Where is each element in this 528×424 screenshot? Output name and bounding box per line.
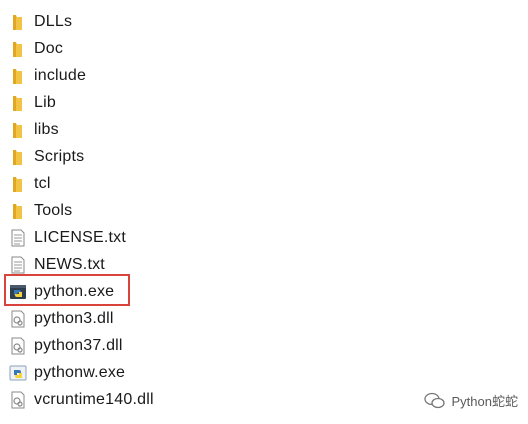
file-name: include — [34, 67, 87, 84]
folder-icon — [8, 66, 28, 86]
wechat-icon — [423, 392, 446, 410]
file-row-python3-dll[interactable]: python3.dll — [8, 307, 308, 331]
dll-file-icon — [8, 390, 28, 410]
file-name: vcruntime140.dll — [34, 391, 154, 408]
file-name: Tools — [34, 202, 73, 219]
file-row-vcruntime140-dll[interactable]: vcruntime140.dll — [8, 388, 308, 412]
text-file-icon — [8, 228, 28, 248]
folder-icon — [8, 147, 28, 167]
file-name: pythonw.exe — [34, 364, 126, 381]
file-name: Scripts — [34, 148, 85, 165]
file-name: python37.dll — [34, 337, 123, 354]
folder-icon — [8, 174, 28, 194]
file-row-libs[interactable]: libs — [8, 118, 308, 142]
file-name: tcl — [34, 175, 51, 192]
file-name: Doc — [34, 40, 64, 57]
file-row-include[interactable]: include — [8, 64, 308, 88]
file-row-doc[interactable]: Doc — [8, 37, 308, 61]
file-row-tools[interactable]: Tools — [8, 199, 308, 223]
file-row-scripts[interactable]: Scripts — [8, 145, 308, 169]
highlight-box — [4, 274, 130, 306]
dll-file-icon — [8, 309, 28, 329]
dll-file-icon — [8, 336, 28, 356]
folder-icon — [8, 120, 28, 140]
file-row-python37-dll[interactable]: python37.dll — [8, 334, 308, 358]
file-row-license-txt[interactable]: LICENSE.txt — [8, 226, 308, 250]
file-name: libs — [34, 121, 59, 138]
file-row-pythonw-exe[interactable]: pythonw.exe — [8, 361, 308, 385]
watermark: Python蛇蛇 — [423, 391, 518, 410]
folder-icon — [8, 12, 28, 32]
file-row-tcl[interactable]: tcl — [8, 172, 308, 196]
file-name: NEWS.txt — [34, 256, 105, 273]
watermark-text: Python蛇蛇 — [451, 394, 518, 409]
text-file-icon — [8, 255, 28, 275]
file-name: DLLs — [34, 13, 73, 30]
file-name: python3.dll — [34, 310, 114, 327]
file-name: Lib — [34, 94, 56, 111]
folder-icon — [8, 93, 28, 113]
folder-icon — [8, 39, 28, 59]
folder-icon — [8, 201, 28, 221]
file-row-lib[interactable]: Lib — [8, 91, 308, 115]
file-name: LICENSE.txt — [34, 229, 127, 246]
pythonw-exe-icon — [8, 363, 28, 383]
file-row-dlls[interactable]: DLLs — [8, 10, 308, 34]
